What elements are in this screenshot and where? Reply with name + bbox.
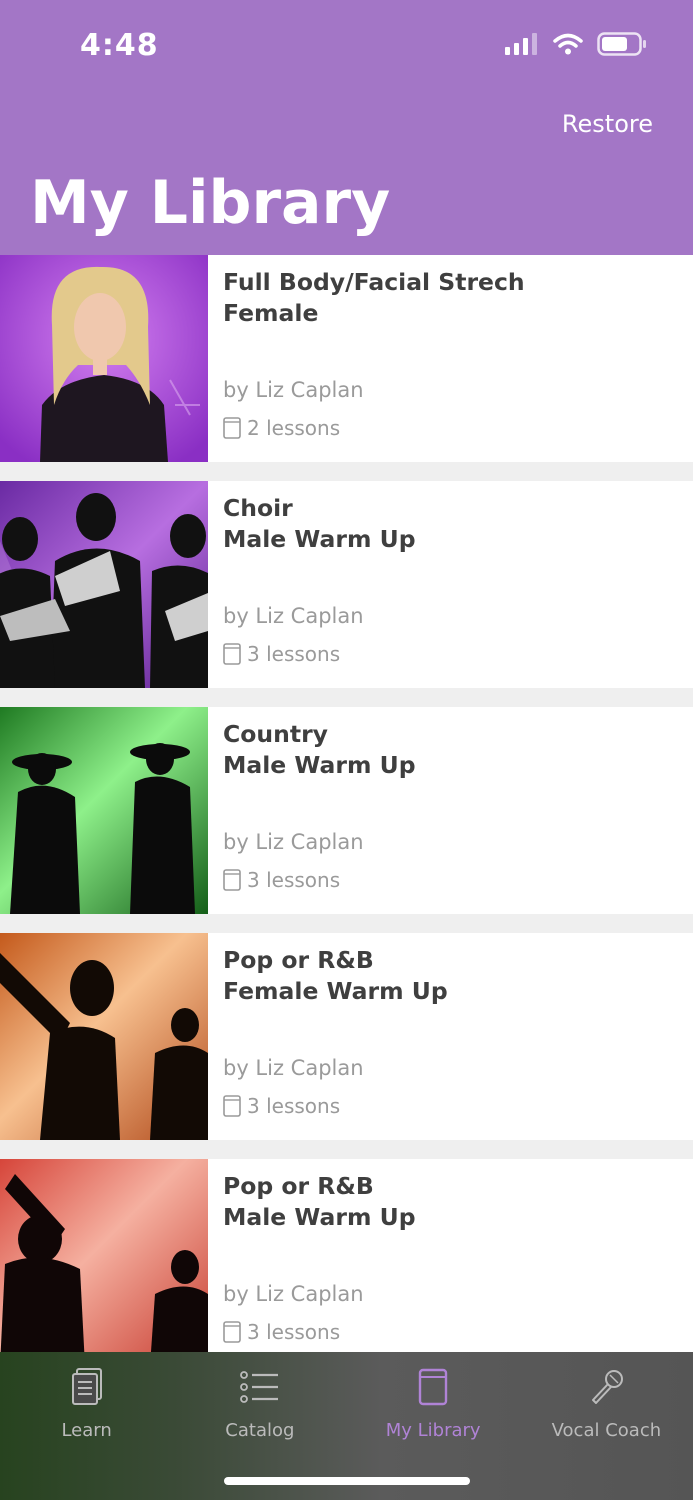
lesson-count: 2 lessons bbox=[223, 416, 340, 440]
course-thumbnail bbox=[0, 1159, 208, 1366]
book-icon bbox=[223, 1321, 241, 1343]
status-icons bbox=[505, 32, 647, 56]
list-item[interactable]: Choir Male Warm Up by Liz Caplan 3 lesso… bbox=[0, 481, 693, 688]
course-title-line1: Country bbox=[223, 720, 328, 748]
battery-icon bbox=[597, 32, 646, 56]
course-title: Country Male Warm Up bbox=[223, 719, 673, 781]
course-title: Full Body/Facial Strech Female bbox=[223, 267, 673, 329]
list-item[interactable]: Pop or R&B Female Warm Up by Liz Caplan … bbox=[0, 933, 693, 1140]
course-title-line2: Male Warm Up bbox=[223, 525, 416, 553]
status-time: 4:48 bbox=[80, 28, 159, 63]
microphone-icon bbox=[592, 1370, 624, 1404]
wifi-icon bbox=[553, 33, 583, 55]
course-title: Pop or R&B Male Warm Up bbox=[223, 1171, 673, 1233]
course-title: Choir Male Warm Up bbox=[223, 493, 673, 555]
header: 4:48 Restore My Library bbox=[0, 0, 693, 255]
tab-label: Vocal Coach bbox=[551, 1420, 662, 1441]
library-list: Full Body/Facial Strech Female by Liz Ca… bbox=[0, 255, 693, 1385]
home-indicator[interactable] bbox=[224, 1477, 470, 1485]
lesson-count: 3 lessons bbox=[223, 642, 340, 666]
cellular-signal-icon bbox=[505, 33, 537, 55]
course-title-line1: Full Body/Facial Strech bbox=[223, 268, 525, 296]
list-icon bbox=[239, 1371, 278, 1403]
course-author: by Liz Caplan bbox=[223, 604, 364, 628]
course-author: by Liz Caplan bbox=[223, 378, 364, 402]
tab-label: Learn bbox=[61, 1420, 112, 1441]
course-title-line2: Male Warm Up bbox=[223, 1203, 416, 1231]
course-title-line2: Male Warm Up bbox=[223, 751, 416, 779]
lesson-count: 3 lessons bbox=[223, 868, 340, 892]
list-item[interactable]: Pop or R&B Male Warm Up by Liz Caplan 3 … bbox=[0, 1159, 693, 1366]
lesson-count-text: 2 lessons bbox=[247, 416, 341, 440]
book-icon bbox=[418, 1368, 448, 1406]
book-icon bbox=[223, 1095, 241, 1117]
course-title-line2: Female bbox=[223, 299, 319, 327]
list-item[interactable]: Country Male Warm Up by Liz Caplan 3 les… bbox=[0, 707, 693, 914]
tab-label: My Library bbox=[385, 1420, 481, 1441]
course-author: by Liz Caplan bbox=[223, 1056, 364, 1080]
lesson-count-text: 3 lessons bbox=[247, 642, 341, 666]
course-title-line1: Pop or R&B bbox=[223, 1172, 374, 1200]
lesson-count: 3 lessons bbox=[223, 1094, 340, 1118]
course-thumbnail bbox=[0, 481, 208, 688]
lesson-count-text: 3 lessons bbox=[247, 868, 341, 892]
book-icon bbox=[223, 643, 241, 665]
list-item[interactable]: Full Body/Facial Strech Female by Liz Ca… bbox=[0, 255, 693, 462]
course-author: by Liz Caplan bbox=[223, 1282, 364, 1306]
restore-button[interactable]: Restore bbox=[562, 110, 653, 138]
course-title-line1: Choir bbox=[223, 494, 293, 522]
course-title-line1: Pop or R&B bbox=[223, 946, 374, 974]
course-title-line2: Female Warm Up bbox=[223, 977, 448, 1005]
tab-learn[interactable]: Learn bbox=[0, 1352, 173, 1500]
course-thumbnail bbox=[0, 707, 208, 914]
lesson-count: 3 lessons bbox=[223, 1320, 340, 1344]
lesson-count-text: 3 lessons bbox=[247, 1320, 341, 1344]
book-icon bbox=[223, 869, 241, 891]
course-thumbnail bbox=[0, 255, 208, 462]
course-author: by Liz Caplan bbox=[223, 830, 364, 854]
tab-vocal-coach[interactable]: Vocal Coach bbox=[520, 1352, 693, 1500]
book-icon bbox=[223, 417, 241, 439]
document-stack-icon bbox=[71, 1368, 102, 1405]
lesson-count-text: 3 lessons bbox=[247, 1094, 341, 1118]
course-title: Pop or R&B Female Warm Up bbox=[223, 945, 673, 1007]
tab-label: Catalog bbox=[225, 1420, 295, 1441]
page-title: My Library bbox=[30, 168, 391, 238]
course-thumbnail bbox=[0, 933, 208, 1140]
